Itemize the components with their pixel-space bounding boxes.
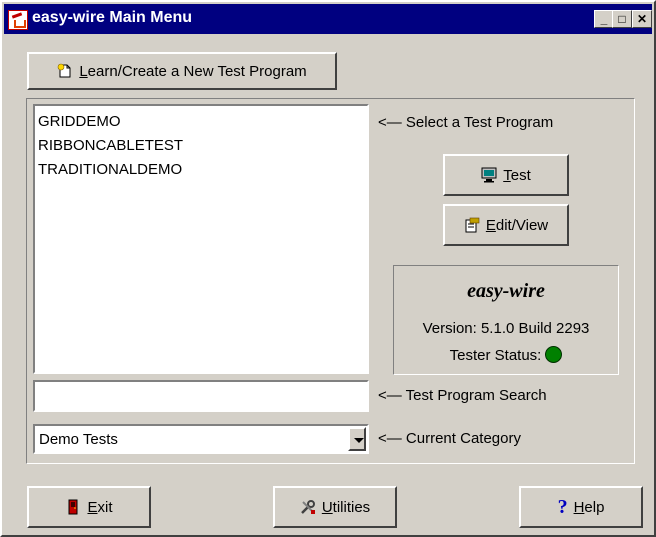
question-mark-icon: ? <box>557 496 568 518</box>
category-select[interactable]: Demo Tests <box>33 424 369 454</box>
close-button[interactable]: ✕ <box>632 10 652 28</box>
app-info-box: easy-wire Version: 5.1.0 Build 2293 Test… <box>393 265 619 375</box>
list-item[interactable]: GRIDDEMO <box>38 110 364 134</box>
title-bar[interactable]: easy-wire Main Menu _ □ ✕ <box>4 4 652 34</box>
category-hint: <— Current Category <box>378 430 521 447</box>
status-indicator-icon <box>545 346 563 363</box>
select-program-hint: <— Select a Test Program <box>378 114 554 131</box>
version-text: Version: 5.1.0 Build 2293 <box>422 320 590 337</box>
minimize-button[interactable]: _ <box>594 10 614 28</box>
monitor-icon <box>481 167 497 183</box>
tester-status: Tester Status: <box>394 346 618 364</box>
utilities-label: Utilities <box>321 498 371 516</box>
test-button[interactable]: Test <box>443 154 569 196</box>
search-hint: <— Test Program Search <box>378 387 547 404</box>
help-label: Help <box>573 498 605 516</box>
app-logo-icon[interactable] <box>8 10 28 30</box>
learn-create-label: Learn/Create a New Test Program <box>79 62 307 80</box>
test-label: Test <box>503 166 531 184</box>
edit-view-label: Edit/View <box>485 216 549 234</box>
test-program-list[interactable]: GRIDDEMO RIBBONCABLETEST TRADITIONALDEMO <box>33 104 369 374</box>
category-selected-value: Demo Tests <box>39 431 118 448</box>
list-item[interactable]: TRADITIONALDEMO <box>38 158 364 182</box>
maximize-button[interactable]: □ <box>612 10 632 28</box>
window-title: easy-wire Main Menu <box>32 9 193 26</box>
list-item[interactable]: RIBBONCABLETEST <box>38 134 364 158</box>
app-name: easy-wire <box>467 280 545 302</box>
edit-document-icon <box>464 217 480 233</box>
exit-label: Exit <box>87 498 113 516</box>
help-button[interactable]: ? Help <box>519 486 643 528</box>
tools-icon <box>300 499 316 515</box>
edit-view-button[interactable]: Edit/View <box>443 204 569 246</box>
chevron-down-icon[interactable] <box>348 427 366 451</box>
utilities-button[interactable]: Utilities <box>273 486 397 528</box>
main-menu-window: easy-wire Main Menu _ □ ✕ Learn/Create a… <box>0 0 656 537</box>
new-document-icon <box>57 63 73 79</box>
exit-door-icon <box>65 499 81 515</box>
exit-button[interactable]: Exit <box>27 486 151 528</box>
test-program-search-input[interactable] <box>33 380 369 412</box>
tester-status-label: Tester Status: <box>449 347 542 364</box>
learn-create-button[interactable]: Learn/Create a New Test Program <box>27 52 337 90</box>
